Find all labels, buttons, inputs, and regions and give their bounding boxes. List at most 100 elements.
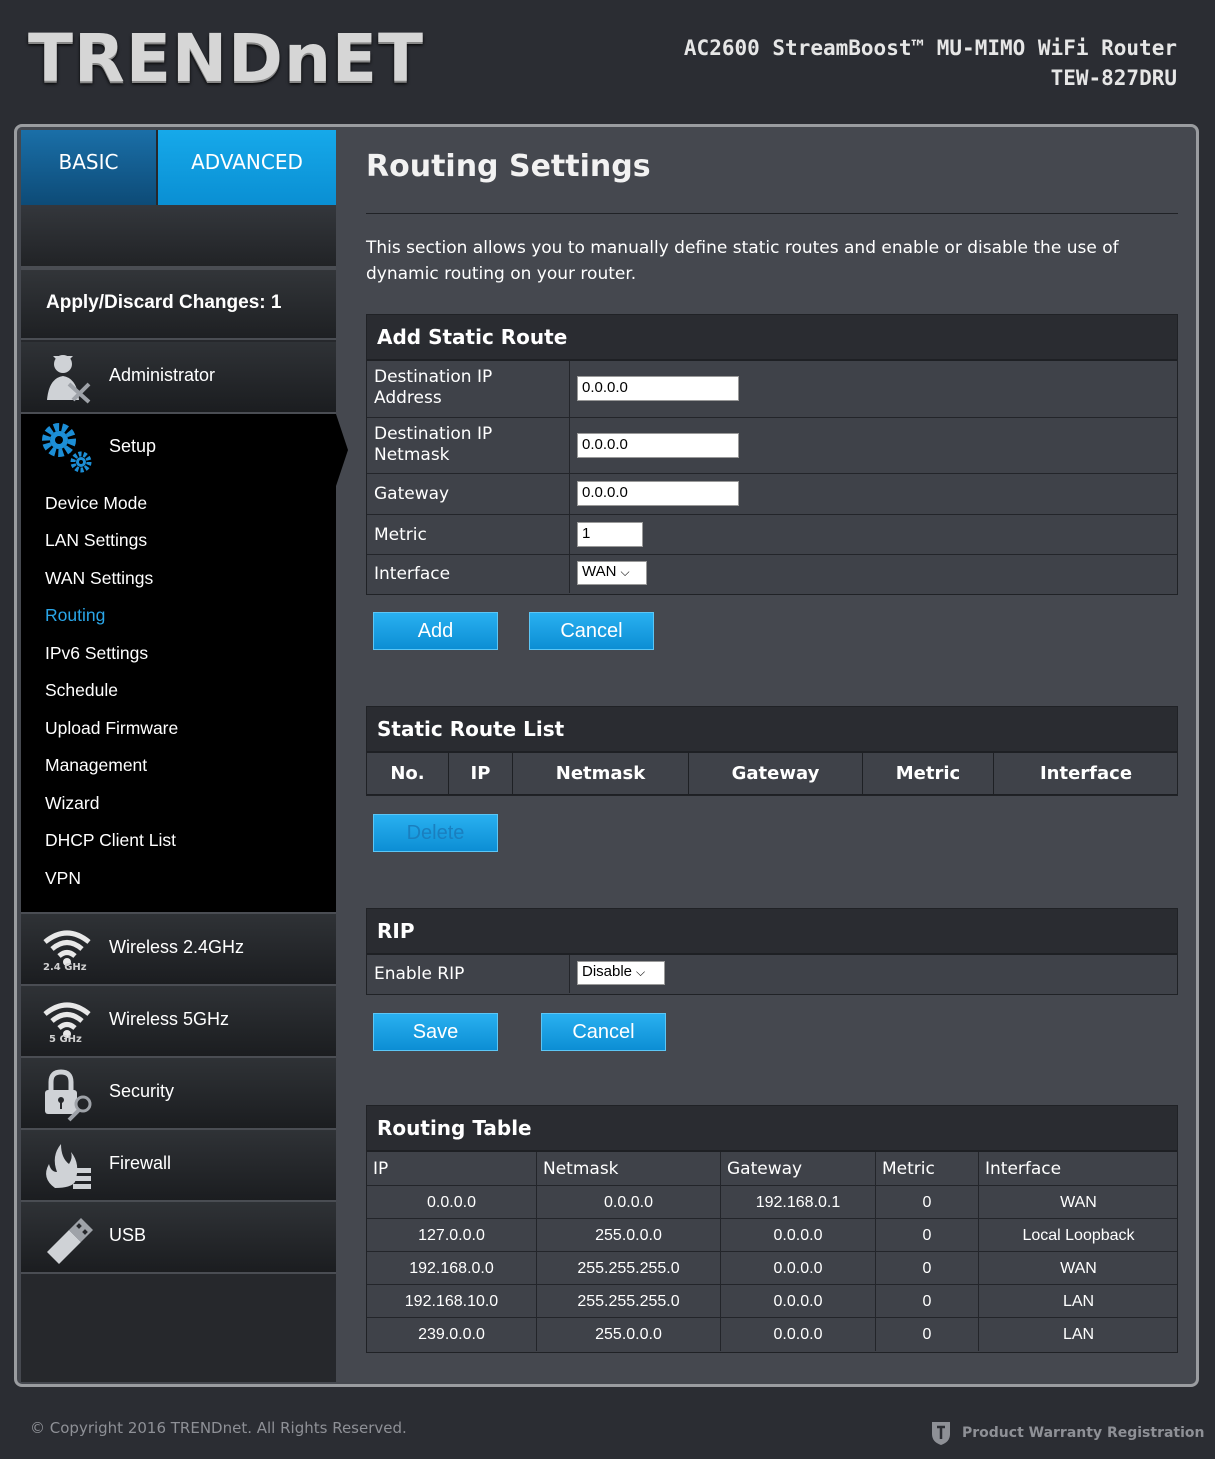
column-header: Interface [1039,763,1133,784]
enable-rip-select-value: Disable [582,963,633,980]
sidebar: BASIC ADVANCED Apply/Discard Changes: 1 … [21,130,336,1382]
sidebar-spacer [21,205,336,268]
interface-select[interactable]: WAN ⌵ [577,561,647,585]
sidebar-item-wireless-5ghz[interactable]: 5 GHz Wireless 5GHz [21,986,336,1058]
cell-netmask: 255.255.255.0 [537,1252,721,1285]
sidebar-item-firewall[interactable]: Firewall [21,1130,336,1202]
band-badge-24: 2.4 GHz [43,962,87,973]
column-header: IP [449,753,513,795]
title-divider [366,213,1178,214]
field-label-line: Destination IP [374,367,493,387]
cell-ip: 127.0.0.0 [367,1219,537,1252]
cell-gateway: 0.0.0.0 [721,1318,876,1351]
column-header: Netmask [513,753,689,795]
form-row-enable-rip: Enable RIP Disable ⌵ [367,955,1177,993]
cell-interface: Local Loopback [1022,1227,1135,1244]
shield-icon [932,1422,950,1445]
chevron-down-icon: ⌵ [620,565,630,579]
submenu-wan-settings[interactable]: WAN Settings [45,568,153,589]
table-row: 127.0.0.0 255.0.0.0 0.0.0.0 0 Local Loop… [367,1219,1177,1252]
apply-discard-changes[interactable]: Apply/Discard Changes: 1 [21,268,336,340]
cell-gateway: 192.168.0.1 [721,1186,876,1219]
panel-heading: Add Static Route [367,315,1177,361]
field-label: Metric [374,525,427,545]
cell-metric: 0 [876,1318,979,1351]
sidebar-item-usb[interactable]: USB [21,1202,336,1274]
page-description: This section allows you to manually defi… [366,238,1119,284]
metric-input[interactable]: 1 [577,522,643,547]
form-row-interface: Interface WAN ⌵ [367,555,1177,593]
netmask-input[interactable]: 0.0.0.0 [577,433,739,458]
rip-cancel-button[interactable]: Cancel [541,1013,666,1051]
cell-metric: 0 [876,1219,979,1252]
gateway-input[interactable]: 0.0.0.0 [577,481,739,506]
mode-tabs: BASIC ADVANCED [21,130,336,221]
sidebar-item-administrator[interactable]: Administrator [21,342,336,414]
cell-netmask: 0.0.0.0 [537,1186,721,1219]
sidebar-item-label: Firewall [109,1153,172,1173]
cell-netmask: 255.0.0.0 [537,1318,721,1351]
save-button[interactable]: Save [373,1013,498,1051]
column-header: IP [367,1152,537,1186]
sidebar-item-security[interactable]: Security [21,1058,336,1130]
sidebar-item-label: Security [109,1081,175,1101]
tab-basic[interactable]: BASIC [21,130,156,205]
submenu-ipv6-settings[interactable]: IPv6 Settings [45,643,148,664]
enable-rip-select[interactable]: Disable ⌵ [577,961,665,985]
column-header: Gateway [721,1152,876,1186]
row-divider [569,361,570,417]
cell-interface: WAN [1060,1194,1097,1211]
table-row: 239.0.0.0 255.0.0.0 0.0.0.0 0 LAN [367,1318,1177,1351]
submenu-schedule[interactable]: Schedule [45,680,118,701]
submenu-wizard[interactable]: Wizard [45,793,99,814]
header: TRENDnET AC2600 StreamBoost™ MU-MIMO WiF… [0,0,1215,120]
cell-ip: 192.168.10.0 [367,1285,537,1318]
form-row-netmask: Destination IP Netmask 0.0.0.0 [367,418,1177,474]
cell-gateway: 0.0.0.0 [721,1285,876,1318]
cell-gateway: 0.0.0.0 [721,1219,876,1252]
add-cancel-button[interactable]: Cancel [529,612,654,650]
cell-interface: LAN [1062,1293,1095,1310]
tab-advanced[interactable]: ADVANCED [158,130,336,205]
submenu-upload-firmware[interactable]: Upload Firmware [45,718,178,739]
field-label-line: Destination IP [374,424,493,444]
static-route-list-header: No. IP Netmask Gateway Metric Interface [367,753,1177,795]
column-header: Metric [876,1152,979,1186]
usb-icon [47,1218,93,1264]
field-label: Interface [374,564,451,584]
sidebar-item-wireless-24ghz[interactable]: 2.4 GHz Wireless 2.4GHz [21,914,336,986]
cell-metric: 0 [876,1186,979,1219]
sidebar-item-setup[interactable]: Setup Device Mode LAN Settings WAN Setti… [21,414,336,914]
band-badge-5: 5 GHz [49,1034,82,1045]
destination-ip-input[interactable]: 0.0.0.0 [577,376,739,401]
add-button[interactable]: Add [373,612,498,650]
sidebar-item-label: Wireless 5GHz [109,1009,230,1029]
product-name: AC2600 StreamBoost™ MU-MIMO WiFi Router [683,36,1177,60]
sidebar-item-label: Administrator [109,365,216,385]
cell-metric: 0 [876,1252,979,1285]
cell-interface: WAN [1060,1260,1097,1277]
sidebar-item-label: USB [109,1225,147,1245]
row-divider [569,418,570,473]
submenu-dhcp-client-list[interactable]: DHCP Client List [45,830,176,851]
cell-netmask: 255.0.0.0 [537,1219,721,1252]
cell-gateway: 0.0.0.0 [721,1252,876,1285]
submenu-lan-settings[interactable]: LAN Settings [45,530,147,551]
sidebar-item-label: Wireless 2.4GHz [109,937,245,957]
table-row: 192.168.0.0 255.255.255.0 0.0.0.0 0 WAN [367,1252,1177,1285]
submenu-vpn[interactable]: VPN [45,868,81,889]
submenu-device-mode[interactable]: Device Mode [45,493,147,514]
cell-ip: 192.168.0.0 [367,1252,537,1285]
trendnet-logo[interactable]: TRENDnET [28,24,424,94]
submenu-management[interactable]: Management [45,755,147,776]
panel-heading: Static Route List [367,707,1177,753]
administrator-icon [47,355,91,404]
delete-button[interactable]: Delete [373,814,498,852]
row-divider [569,515,570,554]
field-label: Destination IP Address [374,367,492,409]
submenu-routing[interactable]: Routing [45,605,105,626]
product-warranty-registration-link[interactable]: Product Warranty Registration [930,1420,1205,1446]
form-row-metric: Metric 1 [367,515,1177,555]
row-divider [569,955,570,993]
cell-netmask: 255.255.255.0 [537,1285,721,1318]
